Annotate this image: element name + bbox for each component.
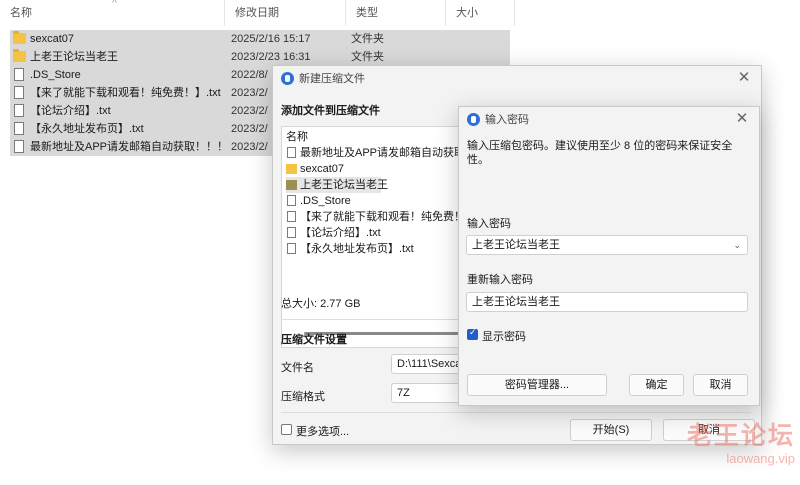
close-icon[interactable]: ✕ xyxy=(733,110,751,128)
reenter-password-input[interactable]: 上老王论坛当老王 xyxy=(466,292,748,312)
total-size: 总大小: 2.77 GB xyxy=(281,298,361,310)
list-header-label: 名称 xyxy=(286,131,308,143)
file-row[interactable]: 上老王论坛当老王 2023/2/23 16:31 文件夹 xyxy=(10,48,510,66)
format-select[interactable]: 7Z xyxy=(391,383,461,403)
add-files-heading: 添加文件到压缩文件 xyxy=(281,105,380,117)
app-icon xyxy=(281,72,294,85)
file-icon xyxy=(14,122,24,135)
file-name: 【来了就能下载和观看！纯免费！】.txt xyxy=(30,87,221,99)
list-item[interactable]: 上老王论坛当老王 xyxy=(286,177,388,193)
file-icon xyxy=(287,147,296,158)
chevron-down-icon[interactable]: ⌄ xyxy=(733,236,741,254)
format-label: 压缩格式 xyxy=(281,391,325,403)
filename-input[interactable]: D:\111\Sexca xyxy=(391,354,461,374)
list-item-label: 【论坛介绍】.txt xyxy=(300,227,381,239)
password-instructions: 输入压缩包密码。建议使用至少 8 位的密码来保证安全性。 xyxy=(467,140,733,166)
list-item-label: 最新地址及APP请发邮箱自动获取！ xyxy=(300,147,477,159)
folder-icon xyxy=(286,164,297,174)
folder-icon xyxy=(13,31,26,44)
more-options-label[interactable]: 更多选项... xyxy=(296,423,349,439)
reenter-password-label: 重新输入密码 xyxy=(467,274,533,286)
file-name: 【论坛介绍】.txt xyxy=(30,105,111,117)
filename-label: 文件名 xyxy=(281,362,314,374)
watermark-url: laowang.vip xyxy=(726,451,795,466)
file-icon xyxy=(14,86,24,99)
file-date: 2023/2/23 16:31 xyxy=(231,51,311,63)
list-item-label: 【永久地址发布页】.txt xyxy=(300,243,414,255)
archive-dialog-title: 新建压缩文件 xyxy=(299,73,365,85)
archive-settings-heading: 压缩文件设置 xyxy=(281,334,347,346)
password-manager-button[interactable]: 密码管理器... xyxy=(467,374,607,396)
file-icon xyxy=(14,140,24,153)
file-name: 上老王论坛当老王 xyxy=(30,51,118,63)
list-item-label: .DS_Store xyxy=(300,195,351,207)
file-name: sexcat07 xyxy=(30,33,75,45)
start-button[interactable]: 开始(S) xyxy=(570,419,652,441)
password-dialog-titlebar[interactable]: 输入密码 ✕ xyxy=(459,107,759,133)
password-dialog-title: 输入密码 xyxy=(485,114,529,126)
show-password-checkbox[interactable] xyxy=(467,327,478,340)
file-icon xyxy=(287,243,296,254)
file-icon xyxy=(287,195,296,206)
file-name: 【永久地址发布页】.txt xyxy=(30,123,144,135)
divider xyxy=(281,412,751,413)
archive-dialog-titlebar[interactable]: 新建压缩文件 ✕ xyxy=(273,66,761,92)
file-icon xyxy=(287,227,296,238)
password-dialog: 输入密码 ✕ 输入压缩包密码。建议使用至少 8 位的密码来保证安全性。 输入密码… xyxy=(458,106,760,406)
file-icon xyxy=(14,104,24,117)
password-cancel-button[interactable]: 取消 xyxy=(693,374,748,396)
watermark-text: 老王论坛 xyxy=(686,422,795,450)
list-item-label: 上老王论坛当老王 xyxy=(300,179,388,191)
app-icon xyxy=(467,113,480,126)
list-item-label: sexcat07 xyxy=(300,163,345,175)
watermark: 老王论坛 laowang.vip xyxy=(670,422,795,468)
file-date: 2025/2/16 15:17 xyxy=(231,33,311,45)
column-date[interactable]: 修改日期 xyxy=(225,0,346,26)
file-type: 文件夹 xyxy=(351,33,384,45)
column-size[interactable]: 大小 xyxy=(446,0,515,26)
password-input-value: 上老王论坛当老王 xyxy=(472,239,560,251)
file-name: 最新地址及APP请发邮箱自动获取！！！ xyxy=(30,141,229,153)
file-name: .DS_Store xyxy=(30,69,81,81)
file-icon xyxy=(287,211,296,222)
password-label: 输入密码 xyxy=(467,218,511,230)
close-icon[interactable]: ✕ xyxy=(735,69,753,87)
file-type: 文件夹 xyxy=(351,51,384,63)
file-icon xyxy=(14,68,24,81)
folder-icon xyxy=(13,49,26,62)
more-options-checkbox[interactable] xyxy=(281,424,292,435)
password-input[interactable]: 上老王论坛当老王 ⌄ xyxy=(466,235,748,255)
folder-icon xyxy=(286,180,297,190)
sort-up-icon: ^ xyxy=(112,0,117,9)
list-item-label: 【来了就能下载和观看！纯免费！】 xyxy=(300,211,476,223)
file-list[interactable]: 名称 最新地址及APP请发邮箱自动获取！ sexcat07 上老王论坛当老王 .… xyxy=(281,126,476,348)
ok-button[interactable]: 确定 xyxy=(629,374,684,396)
column-type[interactable]: 类型 xyxy=(346,0,446,26)
file-row[interactable]: sexcat07 2025/2/16 15:17 文件夹 xyxy=(10,30,510,48)
column-header: 名称 ^ 修改日期 类型 大小 xyxy=(0,0,515,26)
show-password-label[interactable]: 显示密码 xyxy=(482,328,526,344)
